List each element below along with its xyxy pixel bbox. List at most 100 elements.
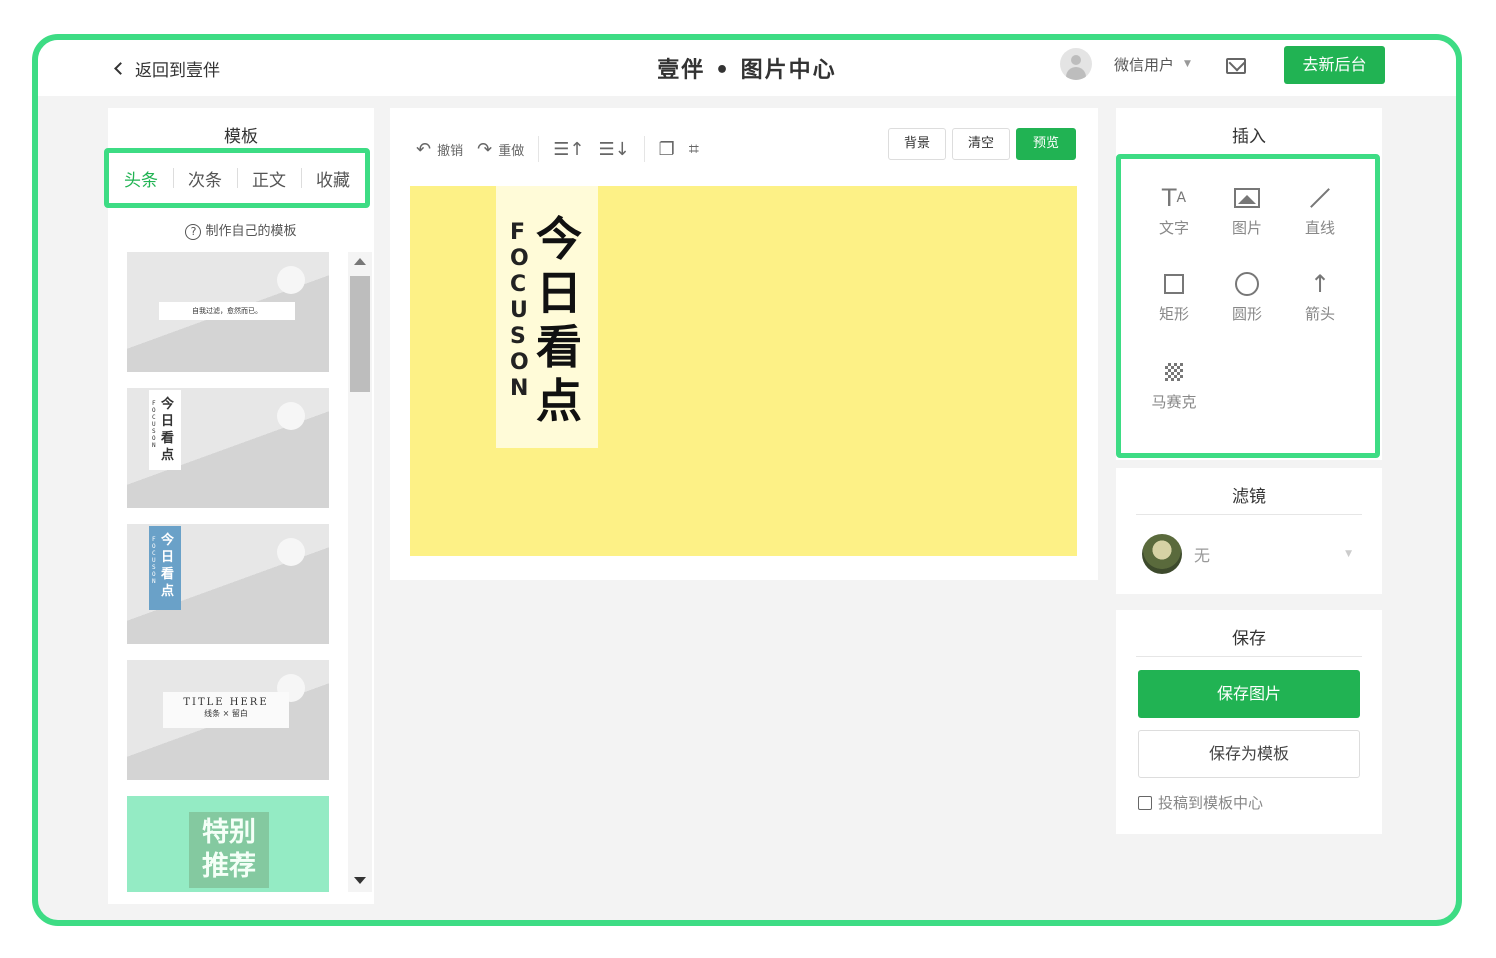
thumb-circle bbox=[277, 538, 305, 566]
filter-thumbnail bbox=[1142, 534, 1182, 574]
preview-button[interactable]: 预览 bbox=[1016, 128, 1076, 160]
checkbox[interactable] bbox=[1138, 795, 1152, 810]
username: 微信用户 bbox=[1114, 55, 1175, 74]
chevron-down-icon: ▼ bbox=[1184, 59, 1191, 69]
undo-icon: ↶ bbox=[416, 138, 432, 160]
template-panel-title: 模板 bbox=[224, 127, 258, 147]
copy-button[interactable]: ❐ bbox=[659, 139, 675, 160]
insert-panel: 插入 TA 文字 图片 直线 矩形 圆形 ↑ 箭头 马赛克 bbox=[1116, 108, 1382, 460]
divider bbox=[1136, 656, 1362, 657]
clear-button[interactable]: 清空 bbox=[952, 128, 1010, 160]
filter-panel: 滤镜 无 ▼ bbox=[1116, 468, 1382, 594]
insert-rect-tool[interactable]: 矩形 bbox=[1139, 267, 1209, 324]
thumb-title: TITLE HERE bbox=[183, 697, 269, 708]
editor-toolbar: ↶ 撤销 ↷ 重做 ☰↑ ☰↓ ❐ ⌗ bbox=[416, 136, 713, 162]
insert-circle-tool[interactable]: 圆形 bbox=[1212, 267, 1282, 324]
insert-panel-title: 插入 bbox=[1232, 127, 1266, 147]
circle-icon bbox=[1235, 272, 1259, 296]
thumb-circle bbox=[277, 266, 305, 294]
save-image-button[interactable]: 保存图片 bbox=[1138, 670, 1360, 718]
insert-mosaic-tool[interactable]: 马赛克 bbox=[1139, 355, 1209, 412]
save-panel: 保存 保存图片 保存为模板 投稿到模板中心 bbox=[1116, 610, 1382, 834]
filter-selected-value: 无 bbox=[1194, 546, 1211, 565]
canvas-vertical-card[interactable]: FOCUS ON 今日看点 bbox=[496, 186, 598, 448]
insert-line-tool[interactable]: 直线 bbox=[1285, 181, 1355, 238]
thumb-title-card: TITLE HERE 线条 × 留白 bbox=[163, 692, 289, 728]
make-own-label: 制作自己的模板 bbox=[205, 224, 297, 239]
template-thumb[interactable]: 特别推荐 bbox=[127, 796, 329, 892]
template-scrollbar[interactable] bbox=[348, 252, 372, 892]
thumb-vertical-card: FOCUS ON 今日看点 bbox=[149, 526, 181, 610]
insert-circle-label: 圆形 bbox=[1231, 305, 1262, 323]
crop-button[interactable]: ⌗ bbox=[689, 139, 699, 160]
thumb-focus-text: FOCUS ON bbox=[152, 400, 156, 449]
insert-text-label: 文字 bbox=[1158, 219, 1189, 237]
rectangle-icon bbox=[1164, 274, 1184, 294]
insert-arrow-tool[interactable]: ↑ 箭头 bbox=[1285, 267, 1355, 324]
thumb-cn-text: 今日看点 bbox=[161, 397, 175, 463]
image-icon bbox=[1234, 188, 1260, 208]
thumb-vertical-card: FOCUS ON 今日看点 bbox=[149, 390, 181, 470]
scroll-thumb[interactable] bbox=[350, 276, 370, 392]
insert-text-tool[interactable]: TA 文字 bbox=[1139, 181, 1209, 238]
send-backward-icon: ☰↓ bbox=[598, 138, 630, 160]
redo-button[interactable]: ↷ 重做 bbox=[477, 139, 524, 160]
divider bbox=[1136, 514, 1362, 515]
tab-headline[interactable]: 头条 bbox=[109, 166, 173, 191]
redo-icon: ↷ bbox=[477, 138, 493, 160]
arrow-up-icon: ↑ bbox=[1309, 270, 1331, 298]
go-admin-button[interactable]: 去新后台 bbox=[1284, 46, 1385, 84]
tab-favorites[interactable]: 收藏 bbox=[301, 166, 365, 191]
insert-line-label: 直线 bbox=[1304, 219, 1335, 237]
thumb-caption: 自我过滤，愈然而已。 bbox=[159, 302, 295, 320]
filter-select[interactable]: 无 ▼ bbox=[1142, 534, 1352, 574]
template-list: 自我过滤，愈然而已。 FOCUS ON 今日看点 FOCUS ON 今日看点 T… bbox=[127, 252, 329, 892]
undo-label: 撤销 bbox=[437, 143, 464, 159]
insert-arrow-label: 箭头 bbox=[1304, 305, 1335, 323]
help-icon: ? bbox=[185, 224, 202, 240]
canvas-cn-text[interactable]: 今日看点 bbox=[536, 212, 588, 428]
toolbar-divider bbox=[538, 136, 540, 162]
top-bar: 返回到壹伴 壹伴 • 图片中心 微信用户 ▼ 去新后台 bbox=[38, 40, 1456, 96]
tab-body[interactable]: 正文 bbox=[237, 166, 301, 191]
thumb-feature-text: 特别推荐 bbox=[189, 812, 269, 888]
redo-label: 重做 bbox=[498, 143, 525, 159]
template-thumb[interactable]: FOCUS ON 今日看点 bbox=[127, 388, 329, 508]
user-menu[interactable]: 微信用户 ▼ bbox=[1060, 48, 1191, 80]
crop-icon: ⌗ bbox=[688, 138, 699, 160]
insert-mosaic-label: 马赛克 bbox=[1151, 393, 1197, 411]
template-tabs: 头条 次条 正文 收藏 bbox=[104, 148, 370, 208]
editor-panel: ↶ 撤销 ↷ 重做 ☰↑ ☰↓ ❐ ⌗ 背景 清空 预览 FOCUS ON 今日… bbox=[390, 108, 1098, 580]
template-thumb[interactable]: TITLE HERE 线条 × 留白 bbox=[127, 660, 329, 780]
save-as-template-button[interactable]: 保存为模板 bbox=[1138, 730, 1360, 778]
canvas-focus-text[interactable]: FOCUS ON bbox=[510, 220, 530, 402]
template-thumb[interactable]: FOCUS ON 今日看点 bbox=[127, 524, 329, 644]
template-thumb[interactable]: 自我过滤，愈然而已。 bbox=[127, 252, 329, 372]
undo-button[interactable]: ↶ 撤销 bbox=[416, 139, 463, 160]
thumb-cn-text: 今日看点 bbox=[161, 533, 175, 599]
tab-secondary[interactable]: 次条 bbox=[173, 166, 237, 191]
save-panel-title: 保存 bbox=[1232, 629, 1266, 649]
line-icon bbox=[1310, 188, 1330, 208]
text-icon: TA bbox=[1161, 184, 1187, 212]
make-own-template-link[interactable]: ? 制作自己的模板 bbox=[108, 220, 374, 240]
scroll-down-icon[interactable] bbox=[354, 877, 366, 884]
scroll-up-icon[interactable] bbox=[354, 258, 366, 265]
toolbar-divider bbox=[643, 136, 645, 162]
submit-label: 投稿到模板中心 bbox=[1158, 794, 1264, 812]
send-backward-button[interactable]: ☰↓ bbox=[598, 139, 629, 160]
design-canvas[interactable]: FOCUS ON 今日看点 bbox=[410, 186, 1077, 556]
chevron-down-icon: ▼ bbox=[1345, 549, 1352, 559]
insert-image-label: 图片 bbox=[1231, 219, 1262, 237]
filter-panel-title: 滤镜 bbox=[1232, 487, 1266, 507]
background-button[interactable]: 背景 bbox=[888, 128, 946, 160]
mail-icon[interactable] bbox=[1226, 58, 1246, 74]
insert-image-tool[interactable]: 图片 bbox=[1212, 181, 1282, 238]
thumb-subtitle: 线条 × 留白 bbox=[204, 709, 248, 718]
thumb-focus-text: FOCUS ON bbox=[152, 536, 156, 585]
copy-icon: ❐ bbox=[658, 138, 675, 160]
avatar bbox=[1060, 48, 1092, 80]
submit-to-center-checkbox[interactable]: 投稿到模板中心 bbox=[1138, 792, 1263, 813]
bring-forward-button[interactable]: ☰↑ bbox=[553, 139, 584, 160]
template-panel: 模板 头条 次条 正文 收藏 ? 制作自己的模板 自我过滤，愈然而已。 FOCUS… bbox=[104, 108, 374, 904]
